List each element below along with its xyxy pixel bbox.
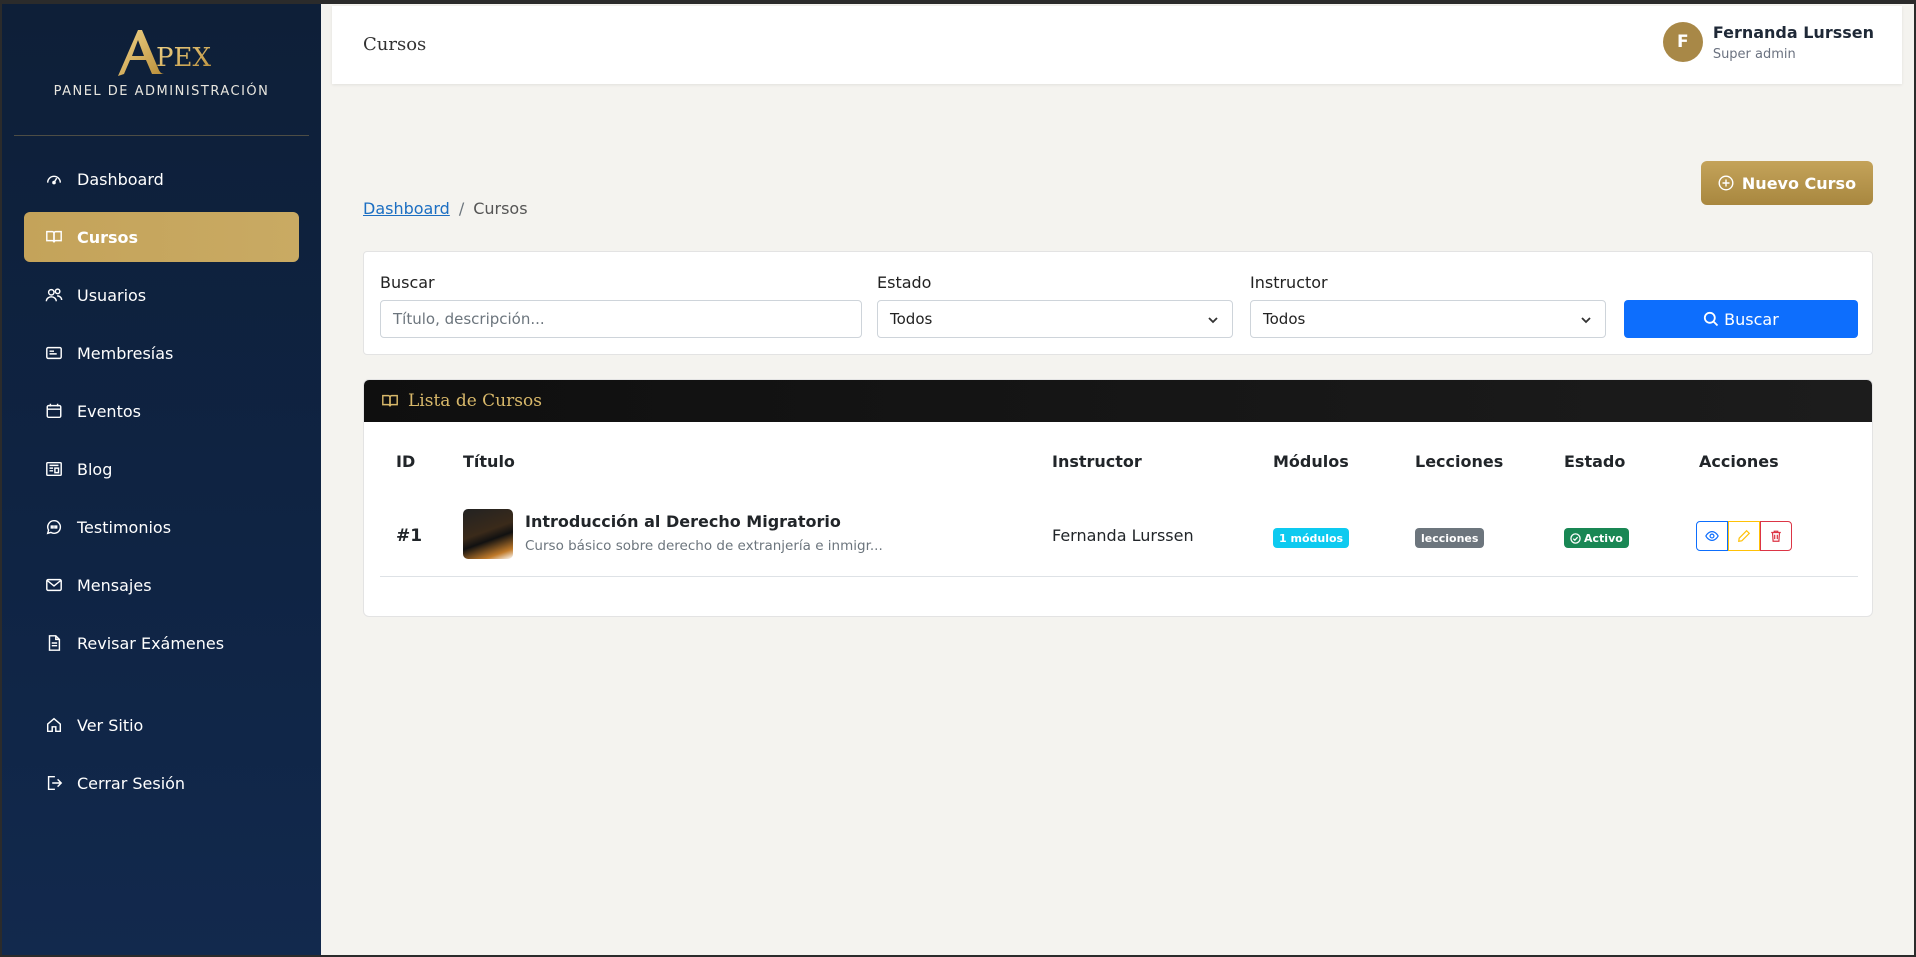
instructor-select[interactable]: Todos (1250, 300, 1606, 338)
search-button-label: Buscar (1724, 309, 1779, 329)
table-row[interactable]: #1 Introducción al Derecho Migratorio Cu… (380, 500, 1858, 577)
apex-logo[interactable]: PEX (14, 4, 309, 82)
delete-button[interactable] (1760, 521, 1792, 551)
chevron-down-icon (1208, 317, 1218, 324)
sidebar-item-label: Blog (77, 459, 113, 479)
brand-subtitle: PANEL DE ADMINISTRACIÓN (53, 84, 270, 99)
sidebar-item-ver-sitio[interactable]: Ver Sitio (24, 700, 299, 750)
calendar-icon (44, 402, 64, 420)
sidebar-item-label: Testimonios (77, 517, 172, 537)
sidebar: PEX PANEL DE ADMINISTRACIÓN Dashboard Cu… (2, 4, 321, 955)
sidebar-item-label: Membresías (77, 343, 174, 363)
breadcrumb: Dashboard / Cursos (363, 199, 528, 218)
column-header-id[interactable]: ID (396, 452, 415, 471)
sidebar-item-testimonios[interactable]: Testimonios (24, 502, 299, 552)
book-icon (44, 228, 64, 246)
card-title: Lista de Cursos (408, 391, 542, 411)
column-header-acciones: Acciones (1699, 452, 1779, 471)
book-icon (382, 394, 398, 407)
search-input[interactable]: Título, descripción... (380, 300, 862, 338)
sidebar-item-label: Mensajes (77, 575, 152, 595)
brand: PEX PANEL DE ADMINISTRACIÓN (14, 4, 309, 136)
sidebar-item-cursos[interactable]: Cursos (24, 212, 299, 262)
breadcrumb-current: Cursos (473, 199, 528, 218)
sidebar-item-cerrar-sesion[interactable]: Cerrar Sesión (24, 758, 299, 808)
gauge-icon (44, 170, 64, 188)
sidebar-item-label: Eventos (77, 401, 141, 421)
user-role: Super admin (1712, 46, 1796, 62)
svg-text:PEX: PEX (156, 43, 211, 73)
sidebar-item-eventos[interactable]: Eventos (24, 386, 299, 436)
check-circle-icon (1570, 532, 1581, 544)
app-window: PEX PANEL DE ADMINISTRACIÓN Dashboard Cu… (2, 4, 1914, 955)
house-icon (44, 716, 64, 734)
courses-card: Lista de Cursos ID Título Instructor Mód… (363, 379, 1873, 617)
column-header-modulos[interactable]: Módulos (1273, 452, 1349, 471)
search-icon (1704, 311, 1719, 327)
envelope-icon (44, 576, 64, 594)
view-button[interactable] (1696, 521, 1728, 551)
newspaper-icon (44, 460, 64, 478)
document-icon (44, 634, 64, 652)
users-icon (44, 286, 64, 304)
search-button[interactable]: Buscar (1624, 300, 1858, 338)
instructor-label: Instructor (1250, 273, 1328, 292)
user-menu[interactable]: F Fernanda Lurssen Super admin (1662, 22, 1874, 62)
status-badge: Activo (1564, 528, 1629, 548)
page-title: Cursos (363, 34, 427, 55)
sidebar-item-label: Revisar Exámenes (77, 633, 225, 653)
column-header-titulo[interactable]: Título (463, 452, 515, 471)
sidebar-nav: Dashboard Cursos Usuarios Membresías Eve… (2, 154, 321, 808)
user-name: Fernanda Lurssen (1712, 22, 1874, 42)
eye-icon (1705, 531, 1719, 541)
sidebar-item-label: Cerrar Sesión (77, 773, 186, 793)
card-header: Lista de Cursos (364, 380, 1872, 422)
sidebar-item-label: Cursos (77, 227, 139, 247)
plus-circle-icon (1718, 175, 1734, 191)
breadcrumb-dashboard-link[interactable]: Dashboard (363, 199, 450, 218)
topbar: Cursos F Fernanda Lurssen Super admin (332, 6, 1902, 84)
sidebar-item-usuarios[interactable]: Usuarios (24, 270, 299, 320)
sidebar-item-dashboard[interactable]: Dashboard (24, 154, 299, 204)
sidebar-item-blog[interactable]: Blog (24, 444, 299, 494)
instructor-select-value: Todos (1263, 310, 1306, 328)
pencil-icon (1738, 529, 1751, 542)
column-header-instructor[interactable]: Instructor (1052, 452, 1142, 471)
course-thumbnail (463, 509, 513, 559)
course-title[interactable]: Introducción al Derecho Migratorio (525, 512, 841, 531)
new-course-button[interactable]: Nuevo Curso (1701, 161, 1873, 205)
sidebar-item-membresias[interactable]: Membresías (24, 328, 299, 378)
estado-select-value: Todos (890, 310, 933, 328)
sidebar-item-mensajes[interactable]: Mensajes (24, 560, 299, 610)
course-description: Curso básico sobre derecho de extranjerí… (525, 538, 883, 554)
filters-panel: Buscar Título, descripción... Estado Tod… (363, 251, 1873, 355)
card-icon (44, 344, 64, 362)
status-label: Activo (1584, 531, 1623, 545)
chevron-down-icon (1581, 317, 1591, 324)
column-header-estado[interactable]: Estado (1564, 452, 1625, 471)
sidebar-item-revisar-examenes[interactable]: Revisar Exámenes (24, 618, 299, 668)
logout-icon (44, 774, 64, 792)
row-actions (1696, 521, 1792, 551)
sidebar-item-label: Dashboard (77, 169, 164, 189)
search-label: Buscar (380, 273, 435, 292)
sidebar-item-label: Usuarios (77, 285, 147, 305)
quote-bubble-icon (44, 518, 64, 536)
new-course-label: Nuevo Curso (1741, 173, 1857, 193)
course-id: #1 (396, 526, 423, 546)
avatar[interactable]: F (1662, 22, 1703, 62)
estado-label: Estado (877, 273, 932, 292)
lessons-badge: lecciones (1415, 528, 1485, 548)
course-instructor: Fernanda Lurssen (1052, 526, 1194, 545)
modules-badge: 1 módulos (1273, 528, 1350, 548)
estado-select[interactable]: Todos (877, 300, 1233, 338)
trash-icon (1771, 530, 1781, 542)
column-header-lecciones[interactable]: Lecciones (1415, 452, 1503, 471)
sidebar-item-label: Ver Sitio (77, 715, 144, 735)
edit-button[interactable] (1728, 521, 1760, 551)
